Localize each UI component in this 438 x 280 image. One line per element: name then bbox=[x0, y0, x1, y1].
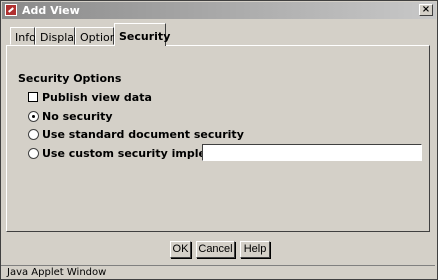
cancel-button[interactable]: Cancel bbox=[196, 241, 235, 258]
standard-security-label: Use standard document security bbox=[42, 128, 244, 141]
status-bar: Java Applet Window bbox=[1, 265, 435, 279]
app-icon bbox=[5, 4, 17, 16]
tab-options[interactable]: Options bbox=[75, 27, 122, 45]
standard-security-radio[interactable] bbox=[28, 129, 39, 140]
window-title: Add View bbox=[22, 4, 80, 17]
status-text: Java Applet Window bbox=[7, 267, 107, 278]
title-bar[interactable]: Add View × bbox=[2, 2, 436, 19]
close-icon[interactable]: × bbox=[419, 4, 433, 16]
tab-display[interactable]: Display bbox=[35, 27, 81, 45]
help-button[interactable]: Help bbox=[240, 241, 270, 258]
security-options-heading: Security Options bbox=[18, 72, 122, 85]
no-security-radio[interactable] bbox=[28, 111, 39, 122]
publish-view-data-label: Publish view data bbox=[42, 91, 152, 104]
ok-button[interactable]: OK bbox=[170, 241, 191, 258]
custom-security-radio[interactable] bbox=[28, 148, 39, 159]
tab-security[interactable]: Security bbox=[114, 23, 170, 46]
tab-info[interactable]: Info bbox=[10, 27, 36, 45]
publish-view-data-checkbox[interactable] bbox=[28, 92, 38, 102]
no-security-label: No security bbox=[42, 110, 113, 123]
custom-security-implementor-input[interactable] bbox=[202, 144, 422, 161]
